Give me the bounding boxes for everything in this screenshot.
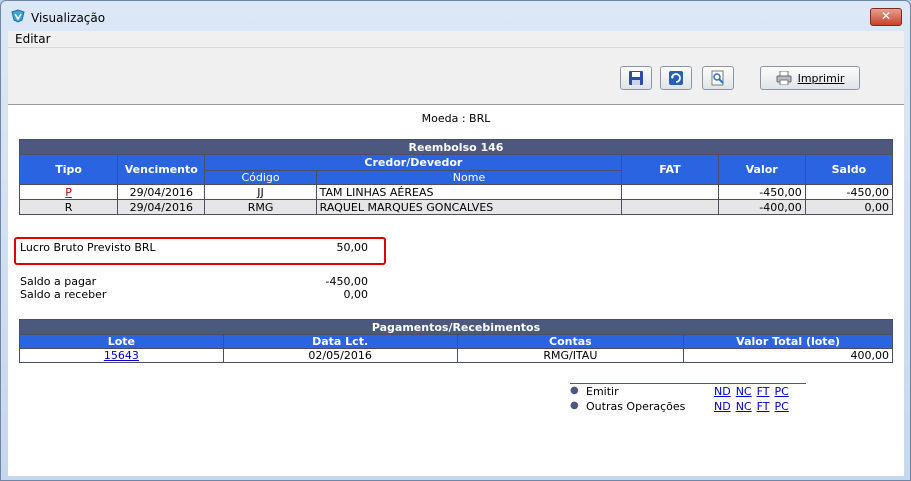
codigo-cell: JJ <box>204 184 317 200</box>
viewer-window: Visualização ✕ Editar Imprimir Moeda: B… <box>0 0 911 481</box>
col-contas: Contas <box>456 334 685 349</box>
saldo-cell: -450,00 <box>804 184 894 200</box>
outras-nc-link[interactable]: NC <box>736 400 752 413</box>
emitir-pc-link[interactable]: PC <box>774 385 788 398</box>
nome-cell: RAQUEL MARQUES GONCALVES <box>315 199 623 215</box>
col-lote: Lote <box>19 334 224 349</box>
close-button[interactable]: ✕ <box>870 8 902 26</box>
refresh-icon <box>669 71 683 85</box>
operation-label: Emitir <box>586 385 619 398</box>
table-row: P 29/04/2016 JJ TAM LINHAS AÉREAS -450,0… <box>18 184 894 200</box>
emitir-nc-link[interactable]: NC <box>736 385 752 398</box>
content-area: Imprimir Moeda : BRL Reembolso 146 Tipo … <box>8 47 904 476</box>
col-fat: FAT <box>621 154 719 185</box>
lucro-label: Lucro Bruto Previsto BRL <box>20 241 156 254</box>
reembolso-title: Reembolso 146 <box>19 139 893 155</box>
col-valor: Valor <box>717 154 806 185</box>
saldo-cell: 0,00 <box>804 199 894 215</box>
valor-total-cell: 400,00 <box>683 348 893 363</box>
col-codigo: Código <box>204 170 317 185</box>
bullet-icon: ● <box>570 385 579 396</box>
title-bar: Visualização ✕ <box>1 1 910 29</box>
menu-editar[interactable]: Editar <box>15 32 51 46</box>
reembolso-table: Reembolso 146 Tipo Vencimento Credor/Dev… <box>18 139 894 215</box>
table-row: R 29/04/2016 RMG RAQUEL MARQUES GONCALVE… <box>18 199 894 215</box>
outras-ft-link[interactable]: FT <box>757 400 770 413</box>
receber-label: Saldo a receber <box>20 288 107 301</box>
outras-pc-link[interactable]: PC <box>774 400 788 413</box>
col-saldo: Saldo <box>804 154 894 185</box>
print-button[interactable]: Imprimir <box>760 66 860 90</box>
preview-button[interactable] <box>702 66 734 90</box>
tipo-cell: R <box>18 199 119 215</box>
col-data: Data Lct. <box>222 334 458 349</box>
outras-nd-link[interactable]: ND <box>714 400 731 413</box>
fat-cell <box>621 199 719 215</box>
data-cell: 02/05/2016 <box>222 348 458 363</box>
tipo-cell: P <box>18 184 119 200</box>
bullet-icon: ● <box>570 400 579 411</box>
operation-emitir: ● Emitir ND NC FT PC <box>570 384 806 399</box>
pagamentos-table: Pagamentos/Recebimentos Lote Data Lct. C… <box>19 319 893 363</box>
save-icon <box>629 71 643 85</box>
lote-link[interactable]: 15643 <box>104 349 139 362</box>
contas-cell: RMG/ITAU <box>456 348 685 363</box>
nome-cell: TAM LINHAS AÉREAS <box>315 184 623 200</box>
lote-cell: 15643 <box>19 348 224 363</box>
col-tipo: Tipo <box>18 154 119 185</box>
pagar-label: Saldo a pagar <box>20 275 97 288</box>
tipo-link[interactable]: P <box>65 186 72 199</box>
codigo-cell: RMG <box>204 199 317 215</box>
valor-cell: -400,00 <box>717 199 806 215</box>
col-vencimento: Vencimento <box>117 154 206 185</box>
operation-links: ND NC FT PC <box>714 385 794 398</box>
printer-icon <box>776 71 792 85</box>
vencimento-cell: 29/04/2016 <box>117 184 206 200</box>
print-preview-icon <box>711 70 724 86</box>
vencimento-cell: 29/04/2016 <box>117 199 206 215</box>
pagamentos-title: Pagamentos/Recebimentos <box>19 319 893 335</box>
toolbar: Imprimir <box>8 48 904 105</box>
save-button[interactable] <box>620 66 652 90</box>
valor-cell: -450,00 <box>717 184 806 200</box>
operations-panel: ● Emitir ND NC FT PC ● Outras Operações ND N… <box>570 383 806 414</box>
lucro-value: 50,00 <box>336 241 369 254</box>
table-row: 15643 02/05/2016 RMG/ITAU 400,00 <box>19 348 893 363</box>
operation-links: ND NC FT PC <box>714 400 794 413</box>
col-nome: Nome <box>315 170 623 185</box>
receber-value: 0,00 <box>343 288 369 301</box>
menu-bar: Editar <box>8 31 904 47</box>
emitir-nd-link[interactable]: ND <box>714 385 731 398</box>
print-label: Imprimir <box>797 71 845 85</box>
col-credor: Credor/Devedor <box>204 154 623 171</box>
refresh-button[interactable] <box>660 66 692 90</box>
currency-line: Moeda : BRL <box>421 112 491 125</box>
emitir-ft-link[interactable]: FT <box>757 385 770 398</box>
window-title: Visualização <box>31 11 106 25</box>
pagar-value: -450,00 <box>325 275 368 288</box>
fat-cell <box>621 184 719 200</box>
app-icon <box>11 9 25 23</box>
operation-outras: ● Outras Operações ND NC FT PC <box>570 399 806 414</box>
operation-label: Outras Operações <box>586 400 686 413</box>
col-valor-total: Valor Total (lote) <box>683 334 893 349</box>
